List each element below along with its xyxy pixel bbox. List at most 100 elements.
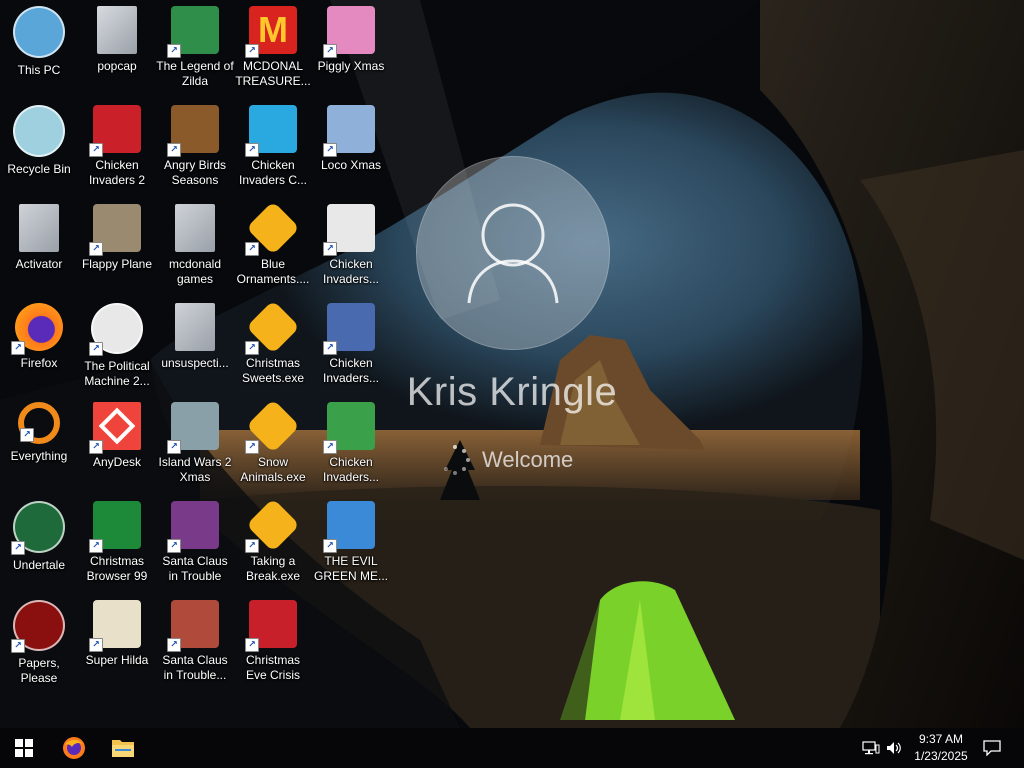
- user-silhouette-icon: [467, 203, 559, 304]
- shortcut-arrow-icon: ↗: [323, 341, 337, 355]
- action-center-button[interactable]: [980, 728, 1004, 768]
- desktop-icon-label: Blue Ornaments....: [236, 257, 310, 286]
- shortcut-arrow-icon: ↗: [167, 638, 181, 652]
- desktop-icon[interactable]: ↗ Island Wars 2 Xmas: [156, 396, 234, 488]
- anydesk-icon: ↗: [89, 402, 141, 454]
- desktop-icon[interactable]: ↗ THE EVIL GREEN ME...: [312, 495, 390, 587]
- folder-icon: [97, 6, 137, 54]
- desktop-icon[interactable]: ↗ Blue Ornaments....: [234, 198, 312, 290]
- desktop-icon[interactable]: ↗ Chicken Invaders...: [312, 396, 390, 488]
- desktop-icon-label: Taking a Break.exe: [245, 554, 301, 583]
- desktop-icon[interactable]: mcdonald games: [156, 198, 234, 290]
- taskbar-file-explorer-button[interactable]: [99, 728, 147, 768]
- desktop-icon-label: Loco Xmas: [320, 158, 382, 172]
- shortcut-arrow-icon: ↗: [11, 341, 25, 355]
- taskbar-clock[interactable]: 9:37 AM 1/23/2025: [906, 731, 976, 765]
- desktop-icon-label: popcap: [97, 59, 137, 73]
- desktop-icon[interactable]: ↗ The Legend of Zilda: [156, 0, 234, 92]
- shortcut-arrow-icon: ↗: [89, 342, 103, 357]
- windows-logo-icon: [15, 739, 33, 757]
- shortcut-arrow-icon: ↗: [11, 541, 25, 555]
- user-avatar: [416, 156, 610, 350]
- notification-icon: [983, 740, 1001, 756]
- desktop-icon[interactable]: ↗ Christmas Sweets.exe: [234, 297, 312, 389]
- desktop-icon-label: Recycle Bin: [7, 162, 71, 176]
- desktop-icon[interactable]: ↗ Santa Claus in Trouble: [156, 495, 234, 587]
- shortcut-arrow-icon: ↗: [167, 143, 181, 157]
- desktop-icon[interactable]: This PC: [0, 0, 78, 92]
- chicken-gift-icon: ↗: [323, 402, 375, 454]
- folder-icon: [112, 740, 134, 757]
- golden-arches-icon: M ↗: [245, 6, 297, 58]
- desktop-icon[interactable]: ↗ Taking a Break.exe: [234, 495, 312, 587]
- desktop-icon[interactable]: ↗ Everything: [0, 396, 78, 488]
- desktop-icon[interactable]: ↗ Papers, Please: [0, 594, 78, 686]
- desktop-icon[interactable]: ↗ Chicken Invaders 2: [78, 99, 156, 191]
- desktop-icon-label: AnyDesk: [92, 455, 142, 469]
- blank-file-icon: [175, 204, 215, 252]
- desktop-icon[interactable]: M ↗ MCDONAL TREASURE...: [234, 0, 312, 92]
- shortcut-arrow-icon: ↗: [323, 143, 337, 157]
- desktop-icon[interactable]: unsuspecti...: [156, 297, 234, 389]
- bear-icon: ↗: [323, 105, 375, 157]
- desktop-icon[interactable]: ↗ Loco Xmas: [312, 99, 390, 191]
- start-button[interactable]: [0, 728, 48, 768]
- desktop-icon[interactable]: ↗ Angry Birds Seasons: [156, 99, 234, 191]
- desktop-icon-label: The Legend of Zilda: [156, 59, 234, 88]
- desktop-icon[interactable]: ↗ Snow Animals.exe: [234, 396, 312, 488]
- network-icon: [862, 741, 880, 755]
- volume-tray-button[interactable]: [884, 728, 906, 768]
- desktop-icon[interactable]: ↗ Firefox: [0, 297, 78, 389]
- shortcut-arrow-icon: ↗: [245, 539, 259, 553]
- taskbar-firefox-button[interactable]: [50, 728, 98, 768]
- welcome-status-row: Welcome: [440, 444, 573, 476]
- desktop-icon[interactable]: ↗ Chicken Invaders C...: [234, 99, 312, 191]
- desktop-icon-label: THE EVIL GREEN ME...: [313, 554, 388, 583]
- shortcut-arrow-icon: ↗: [245, 341, 259, 355]
- network-tray-button[interactable]: [860, 728, 882, 768]
- desktop-icon[interactable]: ↗ Christmas Browser 99: [78, 495, 156, 587]
- santa-hat-icon: ↗: [245, 600, 297, 652]
- desktop-icon[interactable]: ↗ Flappy Plane: [78, 198, 156, 290]
- shortcut-arrow-icon: ↗: [167, 440, 181, 454]
- desktop-icon-label: unsuspecti...: [161, 356, 229, 370]
- shortcut-arrow-icon: ↗: [89, 242, 103, 256]
- desktop-icon[interactable]: popcap: [78, 0, 156, 92]
- desktop-icon-label: Santa Claus in Trouble: [162, 554, 228, 583]
- desktop-icon[interactable]: ↗ Christmas Eve Crisis: [234, 594, 312, 686]
- desktop-icon[interactable]: ↗ Undertale: [0, 495, 78, 587]
- shortcut-arrow-icon: ↗: [323, 44, 337, 58]
- blank-file-icon: [175, 303, 215, 351]
- desktop-icon[interactable]: Activator: [0, 198, 78, 290]
- speaker-icon: [887, 742, 901, 754]
- clock-time: 9:37 AM: [918, 732, 964, 746]
- desktop-icon[interactable]: ↗ Super Hilda: [78, 594, 156, 686]
- blank-file-icon: [19, 204, 59, 252]
- desktop-icon-label: mcdonald games: [168, 257, 222, 286]
- desktop-icon-label: Firefox: [20, 356, 58, 370]
- desktop-icon[interactable]: ↗ Chicken Invaders...: [312, 198, 390, 290]
- shortcut-arrow-icon: ↗: [11, 639, 25, 654]
- desktop-icon[interactable]: ↗ Piggly Xmas: [312, 0, 390, 92]
- desktop-icon-label: MCDONAL TREASURE...: [235, 59, 311, 88]
- shortcut-arrow-icon: ↗: [89, 143, 103, 157]
- desktop-icon-label: Chicken Invaders...: [322, 257, 380, 286]
- desktop-icon[interactable]: ↗ The Political Machine 2...: [78, 297, 156, 389]
- shortcut-arrow-icon: ↗: [245, 638, 259, 652]
- desktop-icon-label: Chicken Invaders C...: [238, 158, 308, 187]
- desktop-icon[interactable]: Recycle Bin: [0, 99, 78, 191]
- pixel-character-icon: ↗: [89, 600, 141, 652]
- desktop-icon-label: Christmas Sweets.exe: [241, 356, 305, 385]
- search-magnifier-icon: ↗: [18, 402, 60, 444]
- desktop-icon[interactable]: ↗Santa Claus in Trouble... A...: [156, 594, 234, 686]
- desktop-icon-label: Papers, Please: [18, 656, 60, 686]
- clock-date: 1/23/2025: [914, 749, 968, 763]
- shortcut-arrow-icon: ↗: [167, 44, 181, 58]
- shortcut-arrow-icon: ↗: [167, 539, 181, 553]
- desktop-icon[interactable]: ↗ AnyDesk: [78, 396, 156, 488]
- desktop-icon[interactable]: ↗ Chicken Invaders...: [312, 297, 390, 389]
- computer-icon: [13, 6, 65, 58]
- taskbar: 9:37 AM 1/23/2025: [0, 728, 1024, 768]
- desktop-icon-label: Christmas Eve Crisis: [245, 653, 300, 682]
- shortcut-arrow-icon: ↗: [245, 44, 259, 58]
